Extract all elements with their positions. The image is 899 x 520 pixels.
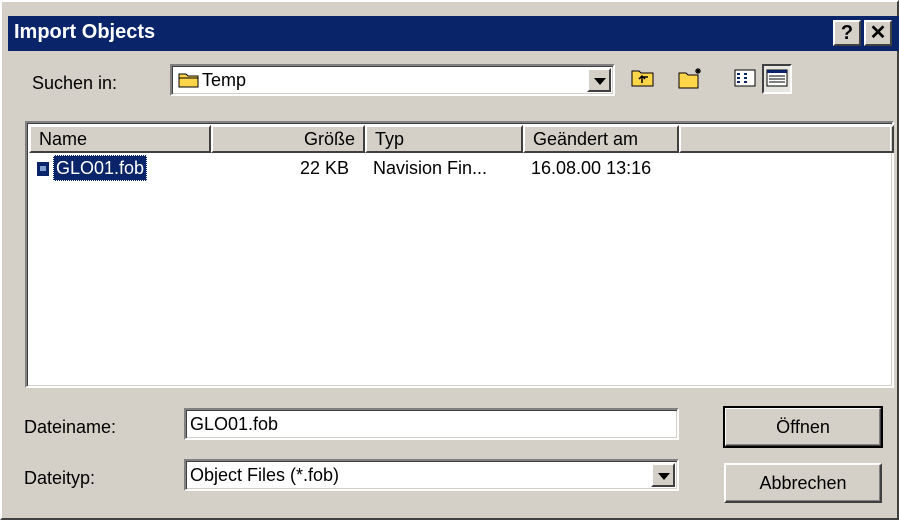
file-size-cell: 22 KB xyxy=(299,158,349,178)
file-list[interactable]: Name Größe Typ Geändert am GLO01.fob 22 … xyxy=(25,121,894,388)
new-folder-button[interactable] xyxy=(676,64,706,94)
details-view-button[interactable] xyxy=(762,64,792,94)
close-icon: ✕ xyxy=(869,22,887,44)
file-name-value: GLO01.fob xyxy=(190,414,279,434)
chevron-down-icon[interactable] xyxy=(651,463,675,487)
column-header-filler xyxy=(679,125,894,153)
column-header-name[interactable]: Name xyxy=(29,125,211,153)
column-header-modified[interactable]: Geändert am xyxy=(523,125,679,153)
import-objects-dialog: Import Objects ? ✕ Suchen in: Temp Name … xyxy=(0,0,899,520)
folder-icon xyxy=(178,71,200,94)
file-name-cell[interactable]: GLO01.fob xyxy=(53,155,148,181)
file-name-input[interactable]: GLO01.fob xyxy=(184,408,679,440)
file-modified-cell: 16.08.00 13:16 xyxy=(531,158,652,178)
cancel-button[interactable]: Abbrechen xyxy=(724,463,882,503)
file-icon xyxy=(35,159,51,185)
file-type-label: Dateityp: xyxy=(24,468,96,488)
window-title: Import Objects xyxy=(14,21,156,43)
file-type-combo[interactable]: Object Files (*.fob) xyxy=(184,459,679,491)
details-view-icon xyxy=(766,69,788,92)
help-button[interactable]: ? xyxy=(833,20,861,46)
file-row[interactable]: GLO01.fob 22 KB Navision Fin... 16.08.00… xyxy=(29,155,890,183)
look-in-label: Suchen in: xyxy=(32,73,118,93)
new-folder-icon xyxy=(678,66,704,95)
file-type-cell: Navision Fin... xyxy=(373,158,488,178)
help-icon: ? xyxy=(840,22,854,44)
title-bar[interactable]: Import Objects ? ✕ xyxy=(8,16,899,51)
open-button[interactable]: Öffnen xyxy=(723,406,883,448)
list-view-button[interactable] xyxy=(730,64,760,94)
folder-up-icon xyxy=(631,68,655,93)
column-header-type[interactable]: Typ xyxy=(365,125,523,153)
file-type-value: Object Files (*.fob) xyxy=(190,465,340,485)
column-header-size[interactable]: Größe xyxy=(211,125,365,153)
file-list-header: Name Größe Typ Geändert am xyxy=(29,125,894,153)
up-one-level-button[interactable] xyxy=(628,64,658,94)
list-view-icon xyxy=(734,69,756,92)
close-button[interactable]: ✕ xyxy=(864,20,892,46)
look-in-value: Temp xyxy=(202,70,247,90)
file-name-label: Dateiname: xyxy=(24,417,117,437)
chevron-down-icon[interactable] xyxy=(587,68,611,92)
look-in-combo[interactable]: Temp xyxy=(170,64,615,96)
